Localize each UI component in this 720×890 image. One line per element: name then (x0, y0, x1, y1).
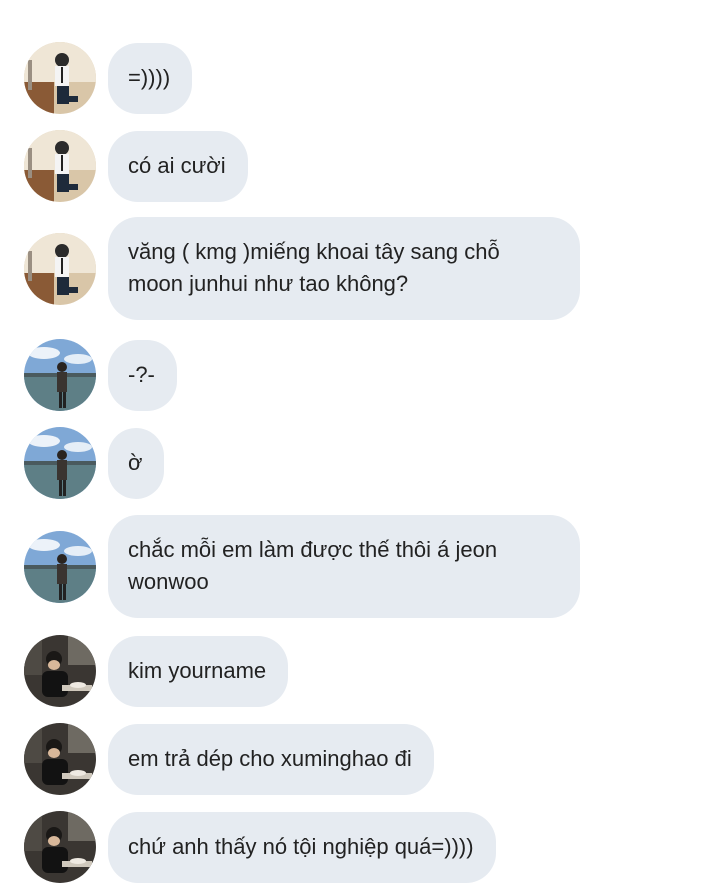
message-row: em trả dép cho xuminghao đi (24, 723, 434, 795)
message-row: -?- (24, 339, 177, 411)
message-bubble[interactable]: ờ (108, 427, 165, 499)
message-bubble[interactable]: kim yourname (108, 635, 289, 707)
avatar-sender-c[interactable] (24, 811, 96, 883)
message-bubble[interactable]: chắc mỗi em làm được thế thôi á jeon won… (108, 515, 580, 618)
avatar-sender-a[interactable] (24, 130, 96, 202)
avatar-sender-b[interactable] (24, 530, 96, 603)
message-row: chứ anh thấy nó tội nghiệp quá=)))) (24, 811, 496, 883)
avatar-sender-a[interactable] (24, 232, 96, 305)
avatar-sender-c[interactable] (24, 635, 96, 707)
message-bubble[interactable]: em trả dép cho xuminghao đi (108, 723, 434, 795)
message-row: văng ( kmg )miếng khoai tây sang chỗ moo… (24, 217, 580, 320)
message-row: ờ (24, 427, 165, 499)
message-bubble[interactable]: có ai cười (108, 130, 248, 202)
avatar-sender-b[interactable] (24, 427, 96, 499)
message-bubble[interactable]: =)))) (108, 42, 193, 114)
message-row: có ai cười (24, 130, 248, 202)
message-row: =)))) (24, 42, 193, 114)
message-row: kim yourname (24, 635, 289, 707)
message-bubble[interactable]: -?- (108, 339, 177, 411)
avatar-sender-a[interactable] (24, 42, 96, 114)
message-row: chắc mỗi em làm được thế thôi á jeon won… (24, 515, 580, 618)
chat-thread: =)))) có ai cười văng (kmg)miếng khoai… (0, 0, 720, 890)
avatar-sender-b[interactable] (24, 339, 96, 411)
message-bubble[interactable]: văng ( kmg )miếng khoai tây sang chỗ moo… (108, 217, 580, 320)
avatar-sender-c[interactable] (24, 723, 96, 795)
message-bubble[interactable]: chứ anh thấy nó tội nghiệp quá=)))) (108, 811, 496, 883)
